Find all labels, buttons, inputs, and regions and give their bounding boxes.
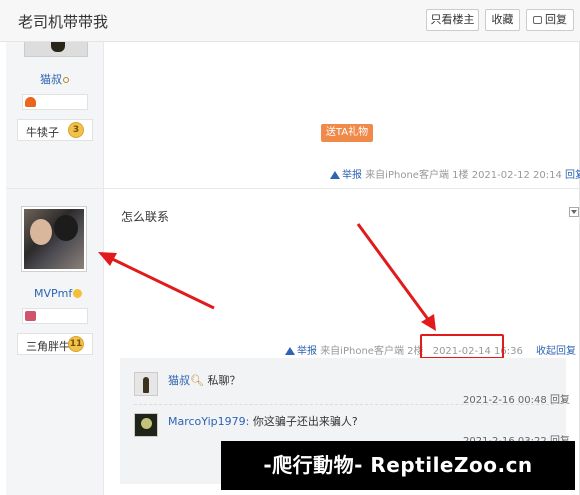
report-label: 举报 — [342, 170, 362, 181]
comment-username[interactable]: MarcoYip1979 — [168, 415, 246, 428]
level-badge[interactable]: 牛犊子 3 — [17, 119, 93, 141]
arrow-to-avatar — [105, 254, 215, 310]
comment-text: 你这骗子还出来骗人? — [252, 415, 358, 428]
favorite-button[interactable]: 收藏 — [485, 9, 520, 31]
comment-username[interactable]: 猫叔 — [168, 374, 190, 387]
badge-icon — [25, 97, 36, 107]
avatar[interactable] — [21, 206, 87, 272]
arrow-to-timestamp — [356, 223, 432, 323]
level-number: 3 — [68, 122, 84, 138]
level-title: 三角胖牛 — [26, 340, 70, 353]
warning-icon — [330, 171, 340, 179]
reply-button-label: 回复 — [545, 13, 567, 26]
magnifier-icon — [63, 77, 69, 83]
avatar-photo — [24, 209, 84, 269]
send-gift-button[interactable]: 送TA礼物 — [321, 124, 373, 142]
post-reply-link[interactable]: 回复 — [565, 170, 580, 181]
post-source: 来自iPhone客户端 — [320, 346, 404, 357]
warning-icon — [285, 347, 295, 355]
badge-icon — [25, 311, 36, 321]
post-meta: 举报 来自iPhone客户端 1楼 2021-02-12 20:14 回复 — [330, 166, 580, 181]
user-sidebar: 猫叔 牛犊子 3 MVPmf 三角胖牛 11 — [6, 42, 104, 495]
report-link[interactable]: 举报 — [330, 170, 362, 181]
post-divider — [6, 188, 580, 189]
reply-button[interactable]: 回复 — [526, 9, 574, 31]
report-link[interactable]: 举报 — [285, 346, 317, 357]
comment-divider — [134, 404, 554, 405]
post-floor: 1楼 — [452, 170, 469, 181]
comment-icon — [533, 16, 542, 24]
level-number: 11 — [68, 336, 84, 352]
avatar[interactable] — [24, 42, 88, 57]
thread-header: 老司机带带我 只看楼主 收藏 回复 — [0, 0, 580, 42]
comment-avatar[interactable] — [134, 372, 158, 396]
thread-title: 老司机带带我 — [18, 13, 109, 31]
comment-item: MarcoYip1979: 你这骗子还出来骗人? — [168, 413, 358, 429]
comment-item: 猫叔🔍︎ 私聊？ — [168, 372, 240, 388]
post-content: 怎么联系 — [121, 210, 170, 224]
report-label: 举报 — [297, 346, 317, 357]
emoji-icon — [73, 289, 83, 298]
watermark-banner: -爬行動物- ReptileZoo.cn — [221, 441, 575, 490]
level-badge[interactable]: 三角胖牛 11 — [17, 333, 93, 355]
comment-text: 私聊？ — [207, 374, 241, 387]
level-title: 牛犊子 — [26, 126, 59, 139]
magnifier-icon: 🔍︎ — [190, 374, 204, 387]
badge-bar — [22, 308, 88, 324]
comment-colon: : — [245, 415, 250, 428]
only-op-button[interactable]: 只看楼主 — [426, 9, 479, 31]
username-text: 猫叔 — [40, 73, 62, 86]
timestamp-highlight-box — [420, 334, 504, 359]
comment-avatar[interactable] — [134, 413, 158, 437]
post-time: 2021-02-12 20:14 — [471, 170, 562, 181]
post-source: 来自iPhone客户端 — [365, 170, 449, 181]
collapse-replies-link[interactable]: 收起回复 — [536, 346, 576, 357]
username-link[interactable]: 猫叔 — [40, 71, 69, 87]
dropdown-icon[interactable] — [569, 207, 579, 217]
username-link[interactable]: MVPmf — [34, 287, 83, 300]
arrow-head-down — [421, 314, 436, 331]
username-text: MVPmf — [34, 287, 73, 300]
badge-bar — [22, 94, 88, 110]
